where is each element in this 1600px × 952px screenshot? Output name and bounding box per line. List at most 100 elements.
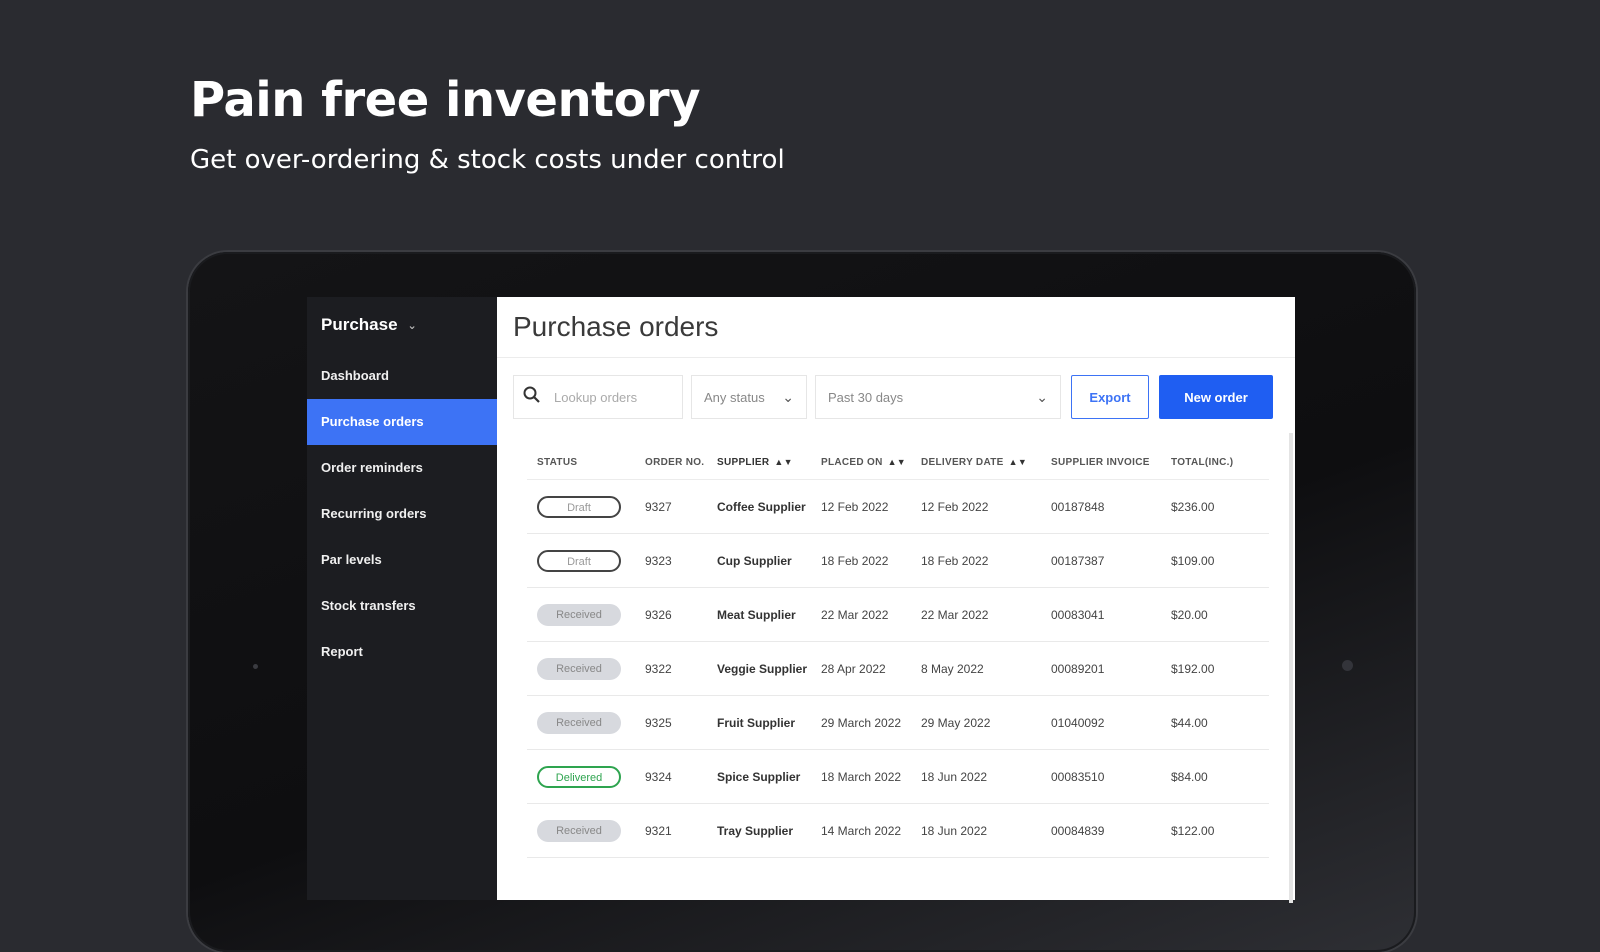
delivery-date-cell: 18 Jun 2022 [921, 769, 988, 784]
supplier-cell: Tray Supplier [717, 823, 794, 838]
order-number-cell: 9323 [645, 553, 672, 568]
status-cell: Received [527, 603, 645, 626]
search-icon [522, 385, 542, 410]
date-range-value: Past 30 days [828, 389, 904, 405]
sort-icon: ▲▼ [1008, 456, 1028, 467]
col-header-label: DELIVERY DATE [921, 456, 1004, 468]
sort-icon: ▲▼ [774, 456, 793, 467]
status-filter-value: Any status [704, 389, 765, 405]
invoice-cell: 00083510 [1051, 769, 1105, 784]
col-header-supplier-invoice: SUPPLIER INVOICE [1051, 456, 1150, 468]
total-cell: $84.00 [1171, 769, 1208, 784]
col-header-label: SUPPLIER [717, 456, 770, 468]
hero-subtitle: Get over-ordering & stock costs under co… [190, 145, 785, 175]
table-header: STATUS ORDER NO. SUPPLIER ▲▼ PLACED ON ▲▼ … [527, 445, 1269, 480]
col-header-supplier[interactable]: SUPPLIER ▲▼ [717, 457, 821, 468]
order-number-cell: 9327 [645, 499, 672, 514]
hero-title: Pain free inventory [190, 72, 701, 128]
delivery-date-cell: 29 May 2022 [921, 715, 991, 730]
toolbar: Any status ⌄ Past 30 days ⌄ Export New o… [513, 374, 1279, 420]
table-row[interactable]: Draft 9323 Cup Supplier 18 Feb 2022 18 Feb 2… [527, 534, 1269, 588]
sidebar-item-order-reminders[interactable]: Order reminders [307, 445, 497, 491]
status-cell: Draft [527, 549, 645, 572]
order-number-cell: 9321 [645, 823, 672, 838]
orders-table: STATUS ORDER NO. SUPPLIER ▲▼ PLACED ON ▲▼ … [527, 445, 1269, 858]
status-filter-select[interactable]: Any status ⌄ [691, 375, 807, 419]
sidebar-nav: Dashboard Purchase orders Order reminder… [307, 353, 497, 675]
invoice-cell: 00187387 [1051, 553, 1105, 568]
supplier-cell: Cup Supplier [717, 553, 792, 568]
main-panel: Purchase orders Any status ⌄ Past 30 day… [497, 297, 1295, 903]
table-row[interactable]: Received 9325 Fruit Supplier 29 March 2022 2… [527, 696, 1269, 750]
placed-on-cell: 28 Apr 2022 [821, 661, 886, 676]
status-badge: Delivered [537, 765, 621, 788]
order-number-cell: 9326 [645, 607, 672, 622]
sidebar-item-report[interactable]: Report [307, 629, 497, 675]
total-cell: $122.00 [1171, 823, 1215, 838]
placed-on-cell: 18 March 2022 [821, 769, 902, 784]
chevron-down-icon: ⌄ [782, 388, 794, 405]
date-range-select[interactable]: Past 30 days ⌄ [815, 375, 1061, 419]
invoice-cell: 00089201 [1051, 661, 1105, 676]
supplier-cell: Fruit Supplier [717, 715, 795, 730]
divider [497, 357, 1295, 358]
status-cell: Received [527, 711, 645, 734]
placed-on-cell: 18 Feb 2022 [821, 553, 889, 568]
status-badge: Draft [537, 495, 621, 518]
total-cell: $109.00 [1171, 553, 1215, 568]
invoice-cell: 00187848 [1051, 499, 1105, 514]
total-cell: $20.00 [1171, 607, 1208, 622]
placed-on-cell: 29 March 2022 [821, 715, 902, 730]
status-cell: Draft [527, 495, 645, 518]
sidebar-section-label: Purchase [321, 315, 398, 334]
placed-on-cell: 12 Feb 2022 [821, 499, 889, 514]
sidebar-item-stock-transfers[interactable]: Stock transfers [307, 583, 497, 629]
table-row[interactable]: Received 9326 Meat Supplier 22 Mar 2022 22 M… [527, 588, 1269, 642]
col-header-placed-on[interactable]: PLACED ON ▲▼ [821, 457, 921, 468]
sidebar-item-recurring-orders[interactable]: Recurring orders [307, 491, 497, 537]
status-cell: Delivered [527, 765, 645, 788]
table-row[interactable]: Delivered 9324 Spice Supplier 18 March 2022… [527, 750, 1269, 804]
delivery-date-cell: 18 Jun 2022 [921, 823, 988, 838]
order-number-cell: 9324 [645, 769, 672, 784]
search-input[interactable] [552, 388, 676, 406]
table-row[interactable]: Draft 9327 Coffee Supplier 12 Feb 2022 12 Fe… [527, 480, 1269, 534]
sidebar-item-purchase-orders[interactable]: Purchase orders [307, 399, 497, 445]
status-badge: Received [537, 657, 621, 680]
table-row[interactable]: Received 9321 Tray Supplier 14 March 2022 18… [527, 804, 1269, 858]
col-header-order-no: ORDER NO. [645, 456, 705, 468]
total-cell: $236.00 [1171, 499, 1215, 514]
invoice-cell: 00083041 [1051, 607, 1105, 622]
delivery-date-cell: 12 Feb 2022 [921, 499, 989, 514]
col-header-total: TOTAL(INC.) [1171, 456, 1234, 468]
sidebar-item-par-levels[interactable]: Par levels [307, 537, 497, 583]
invoice-cell: 00084839 [1051, 823, 1105, 838]
supplier-cell: Coffee Supplier [717, 499, 806, 514]
total-cell: $192.00 [1171, 661, 1215, 676]
status-badge: Received [537, 711, 621, 734]
placed-on-cell: 14 March 2022 [821, 823, 902, 838]
delivery-date-cell: 18 Feb 2022 [921, 553, 989, 568]
status-badge: Received [537, 603, 621, 626]
table-row[interactable]: Received 9322 Veggie Supplier 28 Apr 2022 8 … [527, 642, 1269, 696]
status-cell: Received [527, 657, 645, 680]
page-title: Purchase orders [513, 311, 719, 342]
status-cell: Received [527, 819, 645, 842]
supplier-cell: Veggie Supplier [717, 661, 808, 676]
tablet-camera-dot [1342, 660, 1353, 671]
chevron-down-icon: ⌄ [407, 319, 417, 332]
scrollbar[interactable] [1289, 433, 1293, 903]
sidebar-item-dashboard[interactable]: Dashboard [307, 353, 497, 399]
sidebar-section-toggle[interactable]: Purchase ⌄ [307, 311, 497, 339]
new-order-button[interactable]: New order [1159, 375, 1273, 419]
search-box [513, 375, 683, 419]
sort-icon: ▲▼ [887, 456, 907, 467]
supplier-cell: Spice Supplier [717, 769, 801, 784]
col-header-label: PLACED ON [821, 456, 883, 468]
order-number-cell: 9325 [645, 715, 672, 730]
sidebar: Purchase ⌄ Dashboard Purchase orders Ord… [307, 297, 497, 900]
export-button[interactable]: Export [1071, 375, 1149, 419]
app-screen: Purchase ⌄ Dashboard Purchase orders Ord… [307, 297, 1295, 903]
placed-on-cell: 22 Mar 2022 [821, 607, 889, 622]
col-header-delivery-date[interactable]: DELIVERY DATE ▲▼ [921, 457, 1051, 468]
